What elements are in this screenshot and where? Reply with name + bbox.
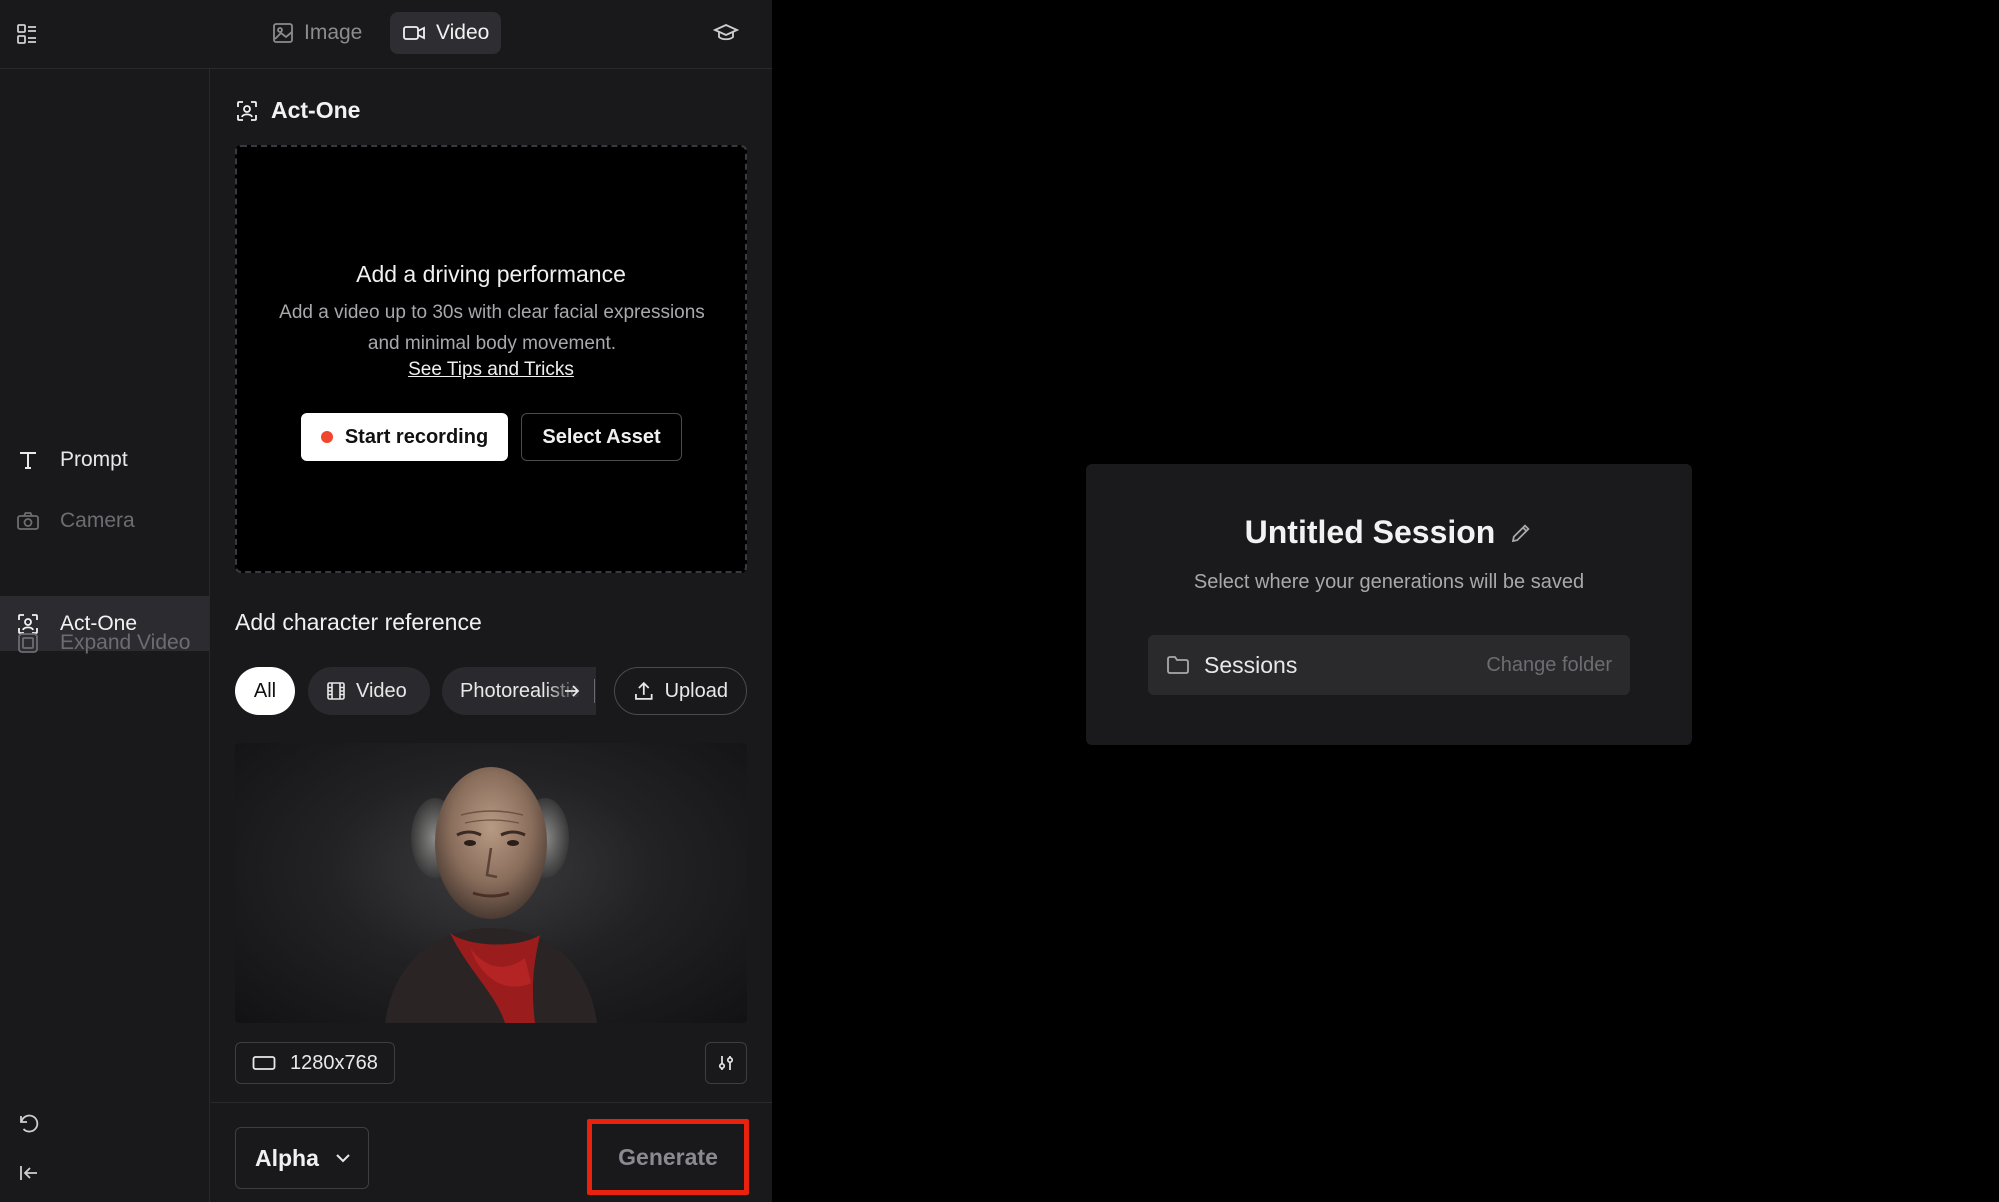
undo-icon[interactable] xyxy=(14,1109,44,1139)
record-dot-icon xyxy=(320,431,333,443)
tab-video-label: Video xyxy=(436,21,490,44)
filter-chip-video[interactable]: Video xyxy=(308,667,430,715)
camera-icon xyxy=(17,511,39,530)
filter-chip-label: All xyxy=(253,679,277,702)
character-portrait xyxy=(385,767,597,1023)
section-title-label: Act-One xyxy=(271,97,361,123)
character-reference-image[interactable] xyxy=(235,743,747,1023)
filter-chip-all[interactable]: All xyxy=(235,667,295,715)
sidebar-item-camera[interactable]: Camera xyxy=(0,493,209,548)
chevron-down-icon xyxy=(336,1154,350,1163)
sidebar-item-expand-video[interactable]: Expand Video xyxy=(0,615,209,670)
tips-and-tricks-link[interactable]: See Tips and Tricks xyxy=(237,359,745,381)
tool-panel: Act-One Add a driving performance Add a … xyxy=(211,69,772,1202)
drop-zone-description: Add a video up to 30s with clear facial … xyxy=(279,302,705,354)
image-icon xyxy=(273,23,293,43)
filter-divider xyxy=(594,679,595,703)
session-title[interactable]: Untitled Session xyxy=(1245,514,1496,551)
upload-icon xyxy=(635,681,653,700)
expand-icon xyxy=(18,632,38,653)
graduation-cap-icon[interactable] xyxy=(710,17,742,49)
session-title-row: Untitled Session xyxy=(1086,514,1692,551)
character-reference-heading: Add character reference xyxy=(235,609,482,635)
tab-image-label: Image xyxy=(304,21,363,44)
app-root: Image Video Prompt Camera Act-One Expand… xyxy=(0,0,1999,1202)
start-recording-button[interactable]: Start recording xyxy=(301,413,508,461)
session-card: Untitled Session Select where your gener… xyxy=(1086,464,1692,745)
sidebar-item-label: Camera xyxy=(60,508,135,532)
collapse-sidebar-icon[interactable] xyxy=(14,1158,44,1188)
generate-button[interactable]: Generate xyxy=(587,1119,749,1195)
drop-zone-heading: Add a driving performance xyxy=(356,261,626,287)
model-select[interactable]: Alpha xyxy=(235,1127,369,1189)
filter-chip-label: Video xyxy=(356,679,407,702)
tab-video[interactable]: Video xyxy=(390,12,502,54)
resolution-label: 1280x768 xyxy=(290,1051,378,1074)
pencil-edit-icon[interactable] xyxy=(1509,521,1533,545)
text-icon xyxy=(20,451,36,469)
folder-icon xyxy=(1167,656,1189,674)
session-subtitle: Select where your generations will be sa… xyxy=(1193,571,1585,593)
session-folder-row[interactable]: Sessions Change folder xyxy=(1148,635,1630,695)
top-bar: Image Video xyxy=(0,0,772,69)
tab-image[interactable]: Image xyxy=(260,12,374,54)
face-scan-icon xyxy=(237,100,257,121)
sidebar-item-prompt[interactable]: Prompt xyxy=(0,432,209,487)
upload-button[interactable]: Upload xyxy=(614,667,747,715)
sidebar-item-label: Prompt xyxy=(60,447,128,471)
menu-icon[interactable] xyxy=(12,19,42,49)
filter-chip-photorealistic[interactable]: Photorealistic xyxy=(442,667,596,715)
section-title: Act-One xyxy=(235,97,360,124)
folder-name: Sessions xyxy=(1204,651,1298,678)
film-icon xyxy=(327,682,345,700)
start-recording-label: Start recording xyxy=(344,425,489,448)
arrow-right-icon[interactable] xyxy=(562,681,582,701)
change-folder-button[interactable]: Change folder xyxy=(1486,654,1612,677)
model-select-value: Alpha xyxy=(255,1144,319,1171)
sidebar-nav: Prompt Camera Act-One Expand Video xyxy=(0,69,210,1202)
generate-label: Generate xyxy=(618,1143,718,1170)
sidebar-item-label: Expand Video xyxy=(60,630,191,654)
settings-sliders-icon[interactable] xyxy=(705,1042,747,1084)
aspect-ratio-icon xyxy=(252,1056,276,1070)
video-camera-icon xyxy=(403,26,425,40)
upload-label: Upload xyxy=(664,679,728,702)
left-panel: Image Video Prompt Camera Act-One Expand… xyxy=(0,0,772,1202)
divider xyxy=(211,1102,772,1103)
performance-drop-zone[interactable]: Add a driving performance Add a video up… xyxy=(235,145,747,573)
select-asset-button[interactable]: Select Asset xyxy=(521,413,682,461)
resolution-selector[interactable]: 1280x768 xyxy=(235,1042,395,1084)
